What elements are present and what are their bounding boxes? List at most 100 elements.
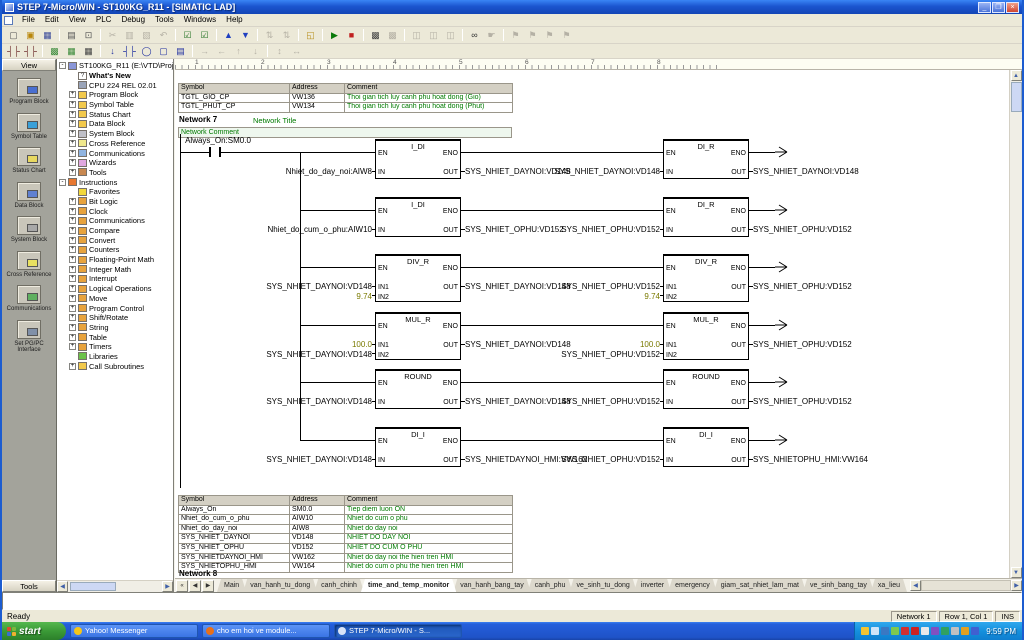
block-di-i-left[interactable]: DI_IENENOINOUT <box>375 427 461 467</box>
start-button[interactable]: start <box>2 622 66 640</box>
block-di-r-right[interactable]: DI_RENENOINOUT <box>663 197 749 237</box>
scroll-left-icon[interactable]: ◀ <box>57 581 68 592</box>
upload-icon[interactable]: ▲ <box>220 28 237 42</box>
insert-box-icon[interactable]: ▢ <box>155 44 172 58</box>
tree-expander-icon[interactable]: + <box>69 159 76 166</box>
compile-icon[interactable]: ☑ <box>179 28 196 42</box>
run-icon[interactable]: ▶ <box>326 28 343 42</box>
tree-item-table[interactable]: +Table <box>59 332 173 342</box>
tree-expander-icon[interactable]: + <box>69 237 76 244</box>
menu-windows[interactable]: Windows <box>179 14 221 26</box>
tree-item-integer-math[interactable]: +Integer Math <box>59 264 173 274</box>
tree-item-bit-logic[interactable]: +Bit Logic <box>59 197 173 207</box>
tree-expander-icon[interactable]: + <box>69 305 76 312</box>
compile-all-icon[interactable]: ☑ <box>196 28 213 42</box>
tree-expander-icon[interactable]: + <box>69 130 76 137</box>
block-mul-r-right[interactable]: MUL_RENENOIN1OUTIN2 <box>663 312 749 360</box>
tree-expander-icon[interactable]: + <box>69 246 76 253</box>
menu-help[interactable]: Help <box>221 14 247 26</box>
editor-scroll-thumb[interactable] <box>1011 82 1022 112</box>
tray-icon-network[interactable] <box>881 627 889 635</box>
tray-icon-unikey[interactable] <box>911 627 919 635</box>
view-symbolic-icon[interactable]: ∞ <box>466 28 483 42</box>
restore-button[interactable]: ❐ <box>992 2 1005 13</box>
tab-scroll-right-icon[interactable]: ▶ <box>1011 580 1022 591</box>
stop-icon[interactable]: ■ <box>343 28 360 42</box>
tree-expander-icon[interactable]: - <box>59 179 66 186</box>
tree-expander-icon[interactable]: + <box>69 275 76 282</box>
options-icon[interactable]: ◱ <box>302 28 319 42</box>
tree-expander-icon[interactable]: + <box>69 198 76 205</box>
tab-ve_sinh_tu_dong[interactable]: ve_sinh_tu_dong <box>569 579 636 592</box>
tree-expander-icon[interactable]: + <box>69 111 76 118</box>
tree-item-cross-reference[interactable]: +Cross Reference <box>59 139 173 149</box>
tab-van_hanh_tu_dong[interactable]: van_hanh_tu_dong <box>243 579 317 592</box>
tree-item-libraries[interactable]: Libraries <box>59 352 173 362</box>
insert-coil-icon[interactable]: ◯ <box>138 44 155 58</box>
tree-item-interrupt[interactable]: +Interrupt <box>59 274 173 284</box>
tree-item-move[interactable]: +Move <box>59 294 173 304</box>
view-item-cross-reference[interactable]: Cross Reference <box>2 251 56 279</box>
tab-main[interactable]: Main <box>217 579 246 592</box>
scroll-down-icon[interactable]: ▼ <box>1011 567 1022 578</box>
block-div-r-left[interactable]: DIV_RENENOIN1OUTIN2 <box>375 254 461 302</box>
tree-item-counters[interactable]: +Counters <box>59 245 173 255</box>
block-i-di-left[interactable]: I_DIENENOINOUT <box>375 139 461 179</box>
tray-icon-display[interactable] <box>891 627 899 635</box>
tree-expander-icon[interactable]: + <box>69 140 76 147</box>
tools-bar-header[interactable]: Tools <box>2 580 56 592</box>
view-item-communications[interactable]: Communications <box>2 285 56 313</box>
tree-expander-icon[interactable]: + <box>69 208 76 215</box>
tree-item-logical-operations[interactable]: +Logical Operations <box>59 284 173 294</box>
task-yahoo-messenger[interactable]: Yahoo! Messenger <box>70 624 198 638</box>
tab-scroll-next-icon[interactable]: ▶ <box>202 580 214 592</box>
menu-debug[interactable]: Debug <box>116 14 150 26</box>
tree-item-timers[interactable]: +Timers <box>59 342 173 352</box>
tree-expander-icon[interactable]: + <box>69 256 76 263</box>
tree-item-wizards[interactable]: +Wizards <box>59 158 173 168</box>
lad-canvas[interactable]: SymbolAddressCommentTGTL_GIO_CPVW136Thoi… <box>175 70 1022 578</box>
tree-expander-icon[interactable]: + <box>69 227 76 234</box>
tree-expander-icon[interactable]: + <box>69 343 76 350</box>
scroll-right-icon[interactable]: ▶ <box>162 581 173 592</box>
menu-view[interactable]: View <box>64 14 91 26</box>
tree-expander-icon[interactable]: - <box>59 62 66 69</box>
insert-contact-blue-icon[interactable]: ┤├ <box>121 44 138 58</box>
tab-scroll-first-icon[interactable]: « <box>176 580 188 592</box>
block-round-right[interactable]: ROUNDENENOINOUT <box>663 369 749 409</box>
menu-tools[interactable]: Tools <box>150 14 179 26</box>
tree-expander-icon[interactable]: + <box>69 169 76 176</box>
insert-contact-alt-icon[interactable]: ┤├ <box>22 44 39 58</box>
tree-expander-icon[interactable]: + <box>69 334 76 341</box>
tree-item-tools[interactable]: +Tools <box>59 168 173 178</box>
tab-scroll-track[interactable] <box>921 580 1011 591</box>
tree-expander-icon[interactable]: + <box>69 120 76 127</box>
tree-item-clock[interactable]: +Clock <box>59 206 173 216</box>
tree-item-compare[interactable]: +Compare <box>59 226 173 236</box>
tray-icon-volume[interactable] <box>871 627 879 635</box>
tree-expander-icon[interactable]: + <box>69 91 76 98</box>
menu-file[interactable]: File <box>17 14 40 26</box>
tree-item-cpu[interactable]: CPU 224 REL 02.01 <box>59 80 173 90</box>
tab-canh_chinh[interactable]: canh_chinh <box>314 579 364 592</box>
tab-xa_lieu[interactable]: xa_lieu <box>871 579 907 592</box>
block-div-r-right[interactable]: DIV_RENENOIN1OUTIN2 <box>663 254 749 302</box>
tree-item-string[interactable]: +String <box>59 323 173 333</box>
menu-plc[interactable]: PLC <box>91 14 117 26</box>
tree-item-floating-point-math[interactable]: +Floating-Point Math <box>59 255 173 265</box>
download-icon[interactable]: ▼ <box>237 28 254 42</box>
view-bar-header[interactable]: View <box>2 59 56 71</box>
tree-item-system-block[interactable]: +System Block <box>59 129 173 139</box>
tray-icon-antivirus[interactable] <box>901 627 909 635</box>
new-file-icon[interactable]: ▢ <box>5 28 22 42</box>
tree-item-program-control[interactable]: +Program Control <box>59 303 173 313</box>
tree-expander-icon[interactable]: + <box>69 295 76 302</box>
tree-item-symbol-table[interactable]: +Symbol Table <box>59 100 173 110</box>
tree-expander-icon[interactable]: + <box>69 150 76 157</box>
tab-time_and_temp_monitor[interactable]: time_and_temp_monitor <box>361 579 456 592</box>
tree-item-status-chart[interactable]: +Status Chart <box>59 109 173 119</box>
print-icon[interactable]: ▤ <box>63 28 80 42</box>
tray-icon-update[interactable] <box>921 627 929 635</box>
tree-expander-icon[interactable]: + <box>69 101 76 108</box>
block-di-i-right[interactable]: DI_IENENOINOUT <box>663 427 749 467</box>
